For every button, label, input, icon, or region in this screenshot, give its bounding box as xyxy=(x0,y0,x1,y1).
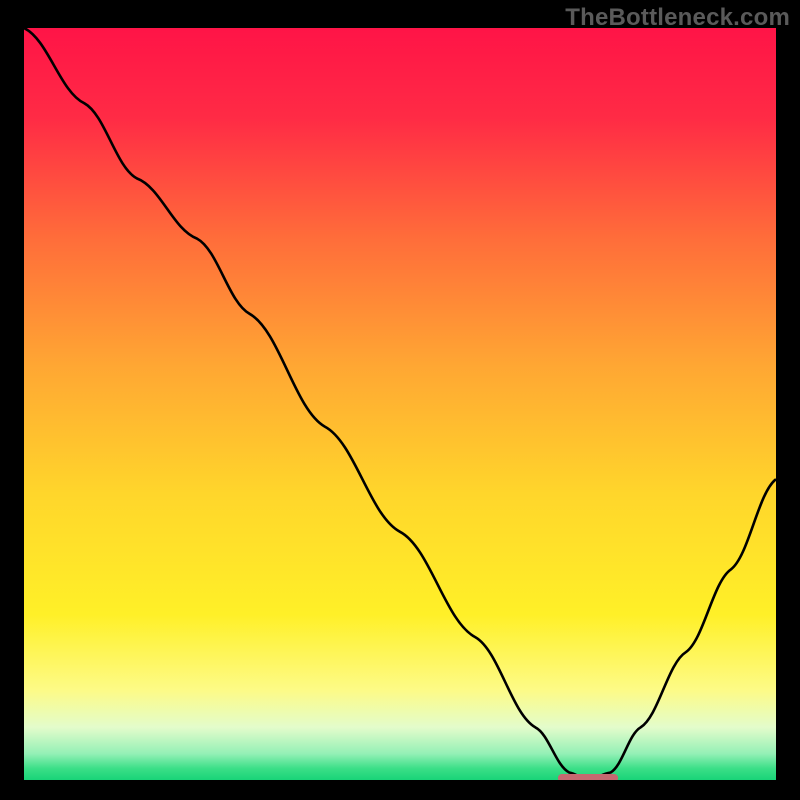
chart-svg xyxy=(24,28,776,780)
watermark-label: TheBottleneck.com xyxy=(565,4,790,32)
chart-frame: TheBottleneck.com xyxy=(0,0,800,800)
optimal-marker xyxy=(558,774,618,780)
plot-area xyxy=(24,28,776,780)
gradient-background xyxy=(24,28,776,780)
